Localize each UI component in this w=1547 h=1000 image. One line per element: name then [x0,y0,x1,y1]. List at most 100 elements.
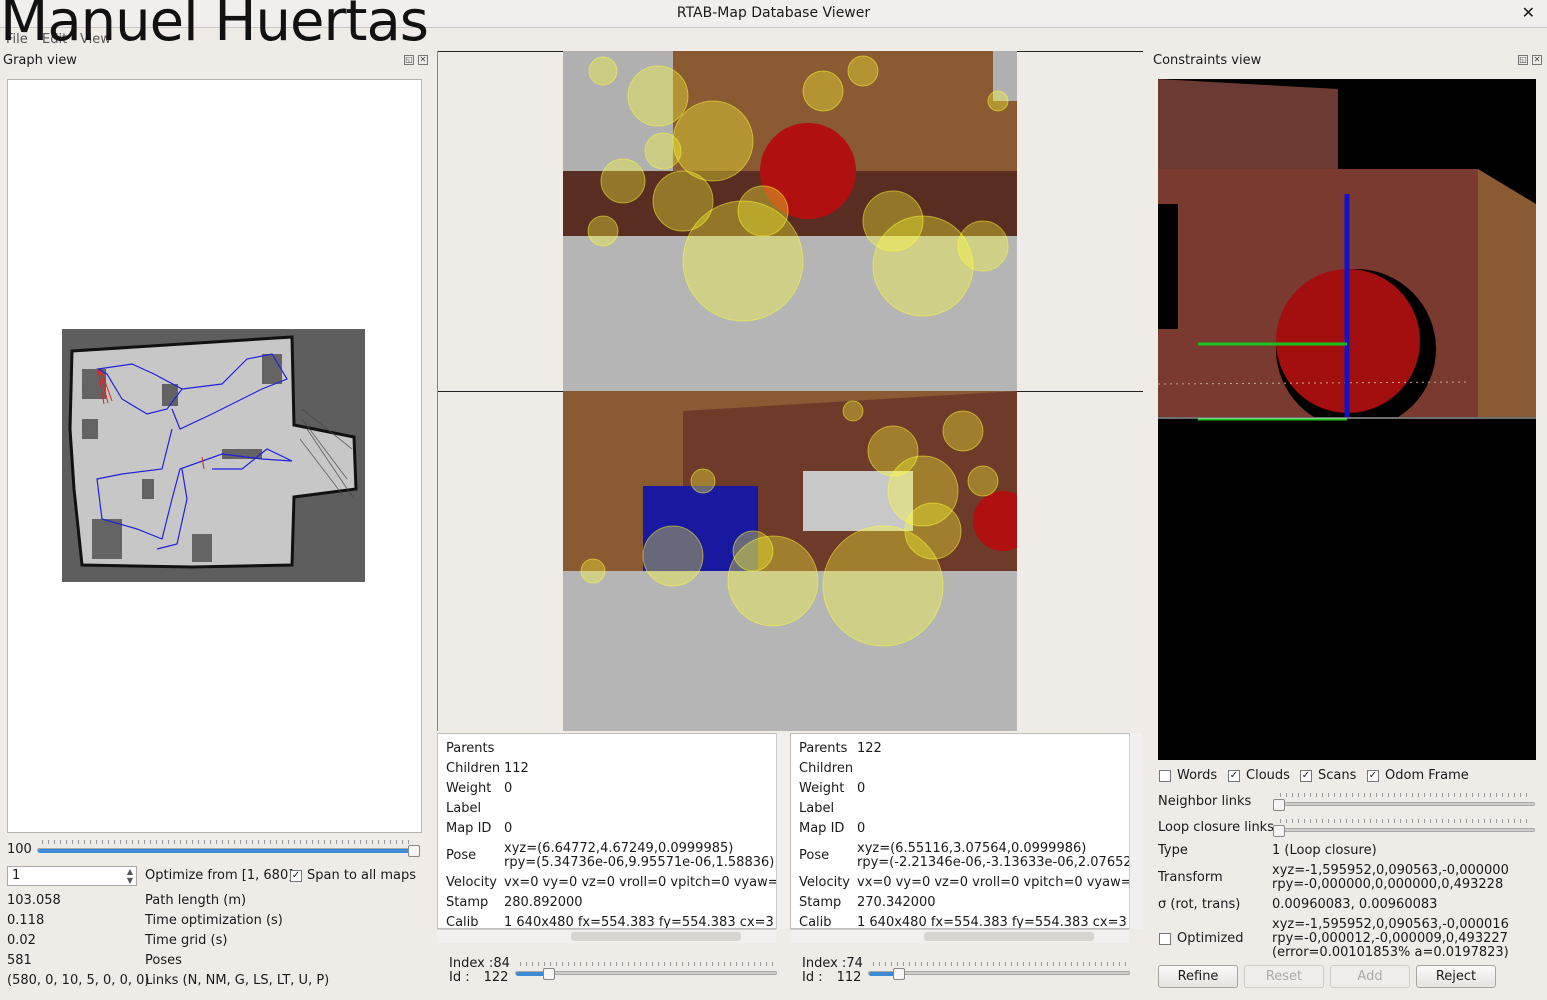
type-label: Type [1158,843,1188,858]
weight-value: 0 [504,781,513,796]
left-node-info: Parents Children 112 Weight 0 Label Map … [437,733,789,929]
occupancy-map [62,329,365,582]
stat-label: Time grid (s) [145,933,228,948]
stat-value: 103.058 [7,893,61,908]
neighbor-links-handle[interactable] [1273,799,1285,811]
clouds-checkbox[interactable]: ✓ [1228,770,1240,782]
right-index-slider[interactable] [868,971,1130,976]
neighbor-links-slider[interactable] [1273,802,1535,806]
velocity-label: Velocity [799,875,850,890]
scans-label: Scans [1318,768,1357,783]
optimized-checkbox[interactable] [1159,933,1171,945]
velocity-value: vx=0 vy=0 vz=0 vroll=0 vpitch=0 vyaw=0 [504,875,787,890]
left-id-label: Id :122 [449,970,509,985]
transform-rpy: rpy=-0,000000,0,000000,0,493228 [1272,877,1504,892]
left-index-handle[interactable] [543,968,556,980]
sigma-value: 0.00960083, 0.00960083 [1272,897,1438,912]
parents-label: Parents [799,741,848,756]
reject-button[interactable]: Reject [1416,965,1496,988]
menu-edit[interactable]: Edit [42,32,67,47]
close-dock-icon[interactable]: ✕ [1532,55,1542,65]
pose-rpy: rpy=(5.34736e-06,9.95571e-06,1.58836) [504,855,775,870]
stat-label: Time optimization (s) [145,913,283,928]
stat-value: 0.118 [7,913,45,928]
words-checkbox[interactable] [1159,770,1171,782]
window-title: RTAB-Map Database Viewer [676,5,871,21]
children-label: Children [446,761,501,776]
span-checkbox[interactable]: ✓ [290,870,302,882]
float-icon[interactable]: ◱ [1518,55,1528,65]
words-label: Words [1177,768,1218,783]
velocity-label: Velocity [446,875,497,890]
right-info-hscroll[interactable] [790,929,1129,943]
calib-label: Calib [799,915,832,929]
slider-ticks [42,840,414,844]
graph-slider[interactable] [37,848,417,853]
loop-closure-links-handle[interactable] [1273,825,1285,837]
menu-bar: File Edit View [0,28,1547,50]
transform-xyz: xyz=-1,595952,0,090563,-0,000000 [1272,863,1509,878]
float-icon[interactable]: ◱ [404,55,414,65]
close-dock-icon[interactable]: ✕ [418,55,428,65]
right-index-handle[interactable] [893,968,906,980]
pose-label: Pose [446,848,477,863]
map-id-label: Map ID [799,821,845,836]
velocity-value: vx=0 vy=0 vz=0 vroll=0 vpitch=0 vyaw=0 [857,875,1140,890]
scans-checkbox[interactable]: ✓ [1300,770,1312,782]
graph-slider-value: 100 [7,842,32,857]
left-node-image[interactable] [563,51,1017,391]
left-info-hscroll[interactable] [437,929,776,943]
constraints-3d-view[interactable] [1158,79,1536,760]
menu-view[interactable]: View [80,32,111,47]
transform-label: Transform [1158,870,1223,885]
parents-value: 122 [857,741,882,756]
stat-label: Poses [145,953,182,968]
parents-label: Parents [446,741,495,756]
odom-frame-checkbox[interactable]: ✓ [1367,770,1379,782]
add-button[interactable]: Add [1330,965,1410,988]
graph-canvas[interactable] [7,79,422,833]
optimize-from-label: Optimize from [1, 680] [145,868,294,883]
stamp-value: 280.892000 [504,895,583,910]
clouds-label: Clouds [1246,768,1290,783]
optimized-xyz: xyz=-1,595952,0,090563,-0,000016 [1272,917,1509,932]
type-value: 1 (Loop closure) [1272,843,1377,858]
pose-xyz: xyz=(6.64772,4.67249,0.0999985) [504,841,734,856]
optimized-error: (error=0.00101853% a=0.0197823) [1272,945,1509,960]
scroll-thumb[interactable] [571,932,741,941]
right-info-vscroll[interactable] [1129,733,1142,929]
optimized-label: Optimized [1177,931,1244,946]
stat-value: 581 [7,953,32,968]
label-label: Label [446,801,482,816]
right-id-label: Id :112 [802,970,862,985]
calib-value: 1 640x480 fx=554.383 fy=554.383 cx=320.5 [857,915,1127,929]
loop-closure-links-label: Loop closure links [1158,820,1274,835]
stamp-label: Stamp [799,895,842,910]
calib-label: Calib [446,915,479,929]
pose-rpy: rpy=(-2.21346e-06,-3.13633e-06,2.07652) [857,855,1137,870]
stat-value: (580, 0, 10, 5, 0, 0, 0) [7,973,150,988]
calib-value: 1 640x480 fx=554.383 fy=554.383 cx=320.5 [504,915,774,929]
left-info-vscroll[interactable] [776,733,789,929]
graph-slider-handle[interactable] [408,845,420,857]
children-value: 112 [504,761,529,776]
scroll-thumb[interactable] [924,932,1094,941]
weight-label: Weight [446,781,492,796]
stat-value: 0.02 [7,933,36,948]
graph-view-title: Graph view [3,53,77,68]
close-icon[interactable]: ✕ [1522,3,1535,22]
right-index-label: Index :74 [802,956,863,971]
menu-file[interactable]: File [6,32,28,47]
neighbor-links-label: Neighbor links [1158,794,1252,809]
stamp-value: 270.342000 [857,895,936,910]
spin-arrows-icon[interactable]: ▲ ▼ [127,867,133,885]
reset-button[interactable]: Reset [1244,965,1324,988]
right-node-image[interactable] [563,391,1017,731]
optimize-from-value: 1 [12,868,21,883]
refine-button[interactable]: Refine [1158,965,1238,988]
loop-closure-links-slider[interactable] [1273,828,1535,832]
optimize-from-spinbox[interactable]: 1 ▲ ▼ [7,866,137,886]
left-index-label: Index :84 [449,956,510,971]
weight-value: 0 [857,781,866,796]
label-label: Label [799,801,835,816]
